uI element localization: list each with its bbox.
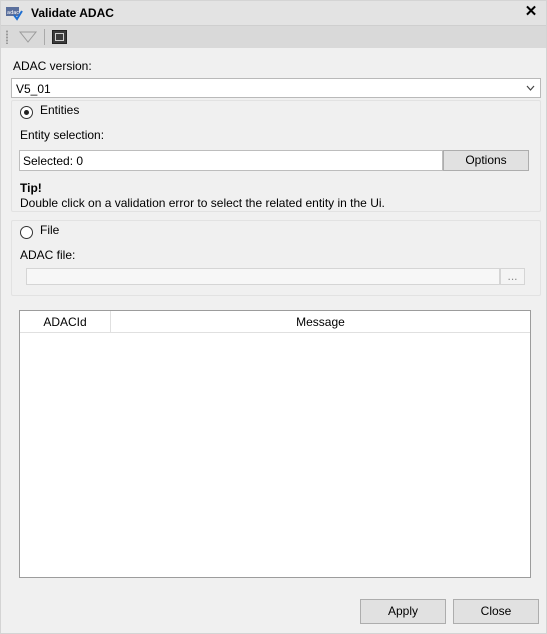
adac-file-label: ADAC file: [20, 248, 76, 262]
window-title: Validate ADAC [31, 6, 114, 20]
entities-radio[interactable] [20, 106, 33, 119]
window-icon[interactable] [52, 30, 67, 44]
file-radio-label[interactable]: File [40, 223, 59, 237]
adac-version-label: ADAC version: [13, 59, 92, 73]
tip-title: Tip! [20, 181, 42, 195]
toolbar-separator [44, 29, 45, 45]
adac-version-dropdown[interactable]: V5_01 [11, 78, 541, 98]
entity-selection-label: Entity selection: [20, 128, 105, 142]
title-bar: adac Validate ADAC ✕ [1, 1, 546, 26]
adac-file-field[interactable] [26, 268, 500, 285]
entity-selection-field[interactable]: Selected: 0 [19, 150, 443, 171]
svg-text:adac: adac [7, 10, 19, 16]
validate-adac-window: adac Validate ADAC ✕ ADAC version: V5_01… [0, 0, 547, 634]
file-group: File ADAC file: ... [11, 220, 541, 296]
entities-group: Entities Entity selection: Selected: 0 O… [11, 100, 541, 212]
close-button[interactable]: Close [453, 599, 539, 624]
column-header-message[interactable]: Message [111, 311, 530, 332]
chevron-down-icon [526, 85, 535, 91]
column-header-adacid[interactable]: ADACId [20, 311, 111, 332]
apply-button[interactable]: Apply [360, 599, 446, 624]
toolbar [1, 26, 546, 48]
adac-app-icon: adac [6, 7, 23, 21]
tip-text: Double click on a validation error to se… [20, 196, 385, 210]
file-radio[interactable] [20, 226, 33, 239]
toolbar-grip-icon[interactable] [5, 30, 9, 44]
adac-version-value: V5_01 [16, 82, 51, 96]
options-button[interactable]: Options [443, 150, 529, 171]
validation-results-table[interactable]: ADACId Message [19, 310, 531, 578]
entity-selection-value: Selected: 0 [23, 154, 84, 168]
filter-icon[interactable] [18, 29, 38, 45]
entities-radio-label[interactable]: Entities [40, 103, 79, 117]
table-header: ADACId Message [20, 311, 530, 333]
close-icon[interactable]: ✕ [524, 4, 538, 20]
browse-file-button[interactable]: ... [500, 268, 525, 285]
